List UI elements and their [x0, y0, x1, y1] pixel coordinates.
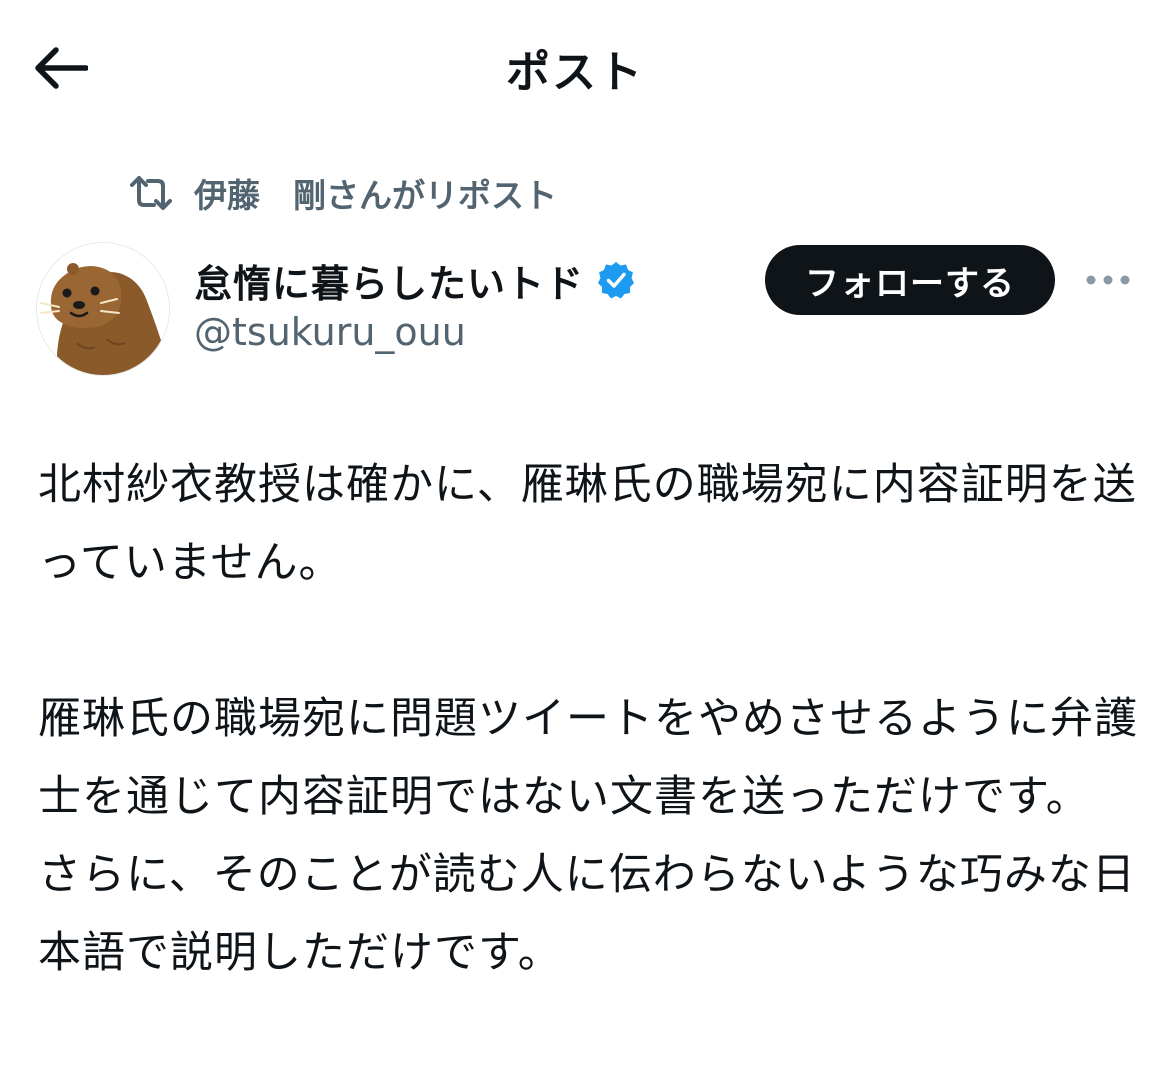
verified-badge-icon [596, 259, 638, 301]
author-name[interactable]: 怠惰に暮らしたいトド [194, 253, 584, 308]
repost-context[interactable]: 伊藤 剛さんがリポスト [128, 168, 557, 218]
page-title: ポスト [506, 47, 644, 98]
repost-text: 伊藤 剛さんがリポスト [194, 176, 557, 215]
post-paragraph: 雁琳氏の職場宛に問題ツイートをやめさせるように弁護士を通じて内容証明ではない文書… [38, 694, 1138, 822]
follow-button[interactable]: フォローする [765, 245, 1055, 315]
repost-icon [128, 173, 178, 213]
more-dots-icon [1086, 275, 1130, 285]
post-paragraph: 北村紗衣教授は確かに、雁琳氏の職場宛に内容証明を送っていません。 [38, 460, 1137, 588]
top-bar: ポスト [0, 0, 1150, 135]
avatar[interactable] [36, 242, 170, 376]
more-button[interactable] [1080, 262, 1136, 298]
author-name-row[interactable]: 怠惰に暮らしたいトド [194, 252, 638, 308]
author-handle[interactable]: @tsukuru_ouu [194, 310, 466, 354]
post-text: 北村紗衣教授は確かに、雁琳氏の職場宛に内容証明を送っていません。 雁琳氏の職場宛… [38, 446, 1138, 992]
sea-lion-avatar-icon [37, 243, 169, 375]
post-paragraph: さらに、そのことが読む人に伝わらないような巧みな日本語で説明しただけです。 [38, 850, 1136, 978]
